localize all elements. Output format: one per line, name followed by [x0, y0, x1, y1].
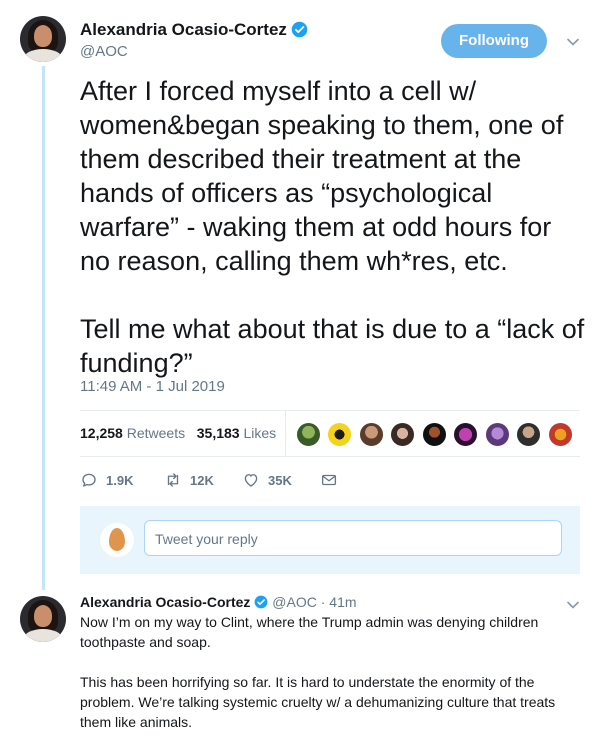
reply-action[interactable]: 1.9K — [80, 469, 133, 491]
likes-count: 35,183 — [196, 425, 240, 441]
liker-avatar[interactable] — [358, 422, 384, 447]
tweet-stats: 12,258 Retweets 35,183 Likes — [80, 425, 276, 441]
retweet-count: 12K — [190, 472, 214, 488]
reply-tweet-text: Now I’m on my way to Clint, where the Tr… — [80, 614, 556, 730]
divider — [80, 410, 580, 411]
reply-input[interactable]: Tweet your reply — [144, 520, 562, 556]
thread-line — [42, 66, 45, 590]
liker-avatar[interactable] — [516, 422, 542, 447]
chevron-down-icon[interactable] — [566, 598, 580, 612]
likes-stat[interactable]: 35,183 Likes — [197, 425, 276, 441]
like-count: 35K — [268, 472, 292, 488]
author-handle[interactable]: @AOC — [80, 43, 308, 60]
retweet-icon — [167, 473, 179, 487]
reply-author-name[interactable]: Alexandria Ocasio-Cortez — [80, 594, 250, 610]
liker-avatar[interactable] — [453, 422, 479, 447]
reply-author-handle[interactable]: @AOC — [272, 594, 317, 610]
verified-icon — [291, 21, 308, 38]
reply-composer: Tweet your reply — [80, 506, 580, 574]
retweet-action[interactable]: 12K — [164, 469, 214, 491]
divider — [80, 456, 580, 457]
liker-avatars — [296, 422, 575, 447]
liker-avatar[interactable] — [547, 422, 573, 447]
retweets-stat[interactable]: 12,258 Retweets — [80, 425, 185, 441]
liker-avatar[interactable] — [327, 422, 353, 447]
tweet-page: Alexandria Ocasio-Cortez @AOC Following … — [0, 0, 605, 740]
user-avatar — [100, 523, 134, 557]
liker-avatar[interactable] — [296, 422, 321, 447]
reply-icon — [82, 473, 96, 487]
retweets-count: 12,258 — [80, 425, 123, 441]
reply-count: 1.9K — [106, 472, 134, 488]
retweets-label: Retweets — [126, 425, 186, 441]
reply-tweet-header: Alexandria Ocasio-Cortez @AOC · 41m — [80, 594, 357, 610]
author-block: Alexandria Ocasio-Cortez @AOC — [80, 20, 308, 60]
reply-avatar[interactable] — [20, 596, 66, 642]
verified-icon — [254, 595, 268, 609]
reply-tweet-time[interactable]: · 41m — [321, 594, 357, 610]
stats-separator — [285, 410, 286, 456]
author-name[interactable]: Alexandria Ocasio-Cortez — [80, 20, 287, 39]
message-action[interactable] — [320, 469, 346, 491]
tweet-text: After I forced myself into a cell w/ wom… — [80, 76, 585, 378]
like-action[interactable]: 35K — [242, 469, 292, 491]
likes-label: Likes — [243, 425, 277, 441]
heart-icon — [244, 474, 258, 487]
liker-avatar[interactable] — [421, 422, 447, 447]
liker-avatar[interactable] — [484, 422, 510, 447]
liker-avatar[interactable] — [390, 422, 416, 447]
chevron-down-icon[interactable] — [566, 35, 580, 49]
tweet-timestamp[interactable]: 11:49 AM - 1 Jul 2019 — [80, 378, 225, 395]
envelope-icon — [321, 474, 337, 486]
following-button[interactable]: Following — [441, 24, 547, 58]
avatar[interactable] — [20, 16, 66, 62]
